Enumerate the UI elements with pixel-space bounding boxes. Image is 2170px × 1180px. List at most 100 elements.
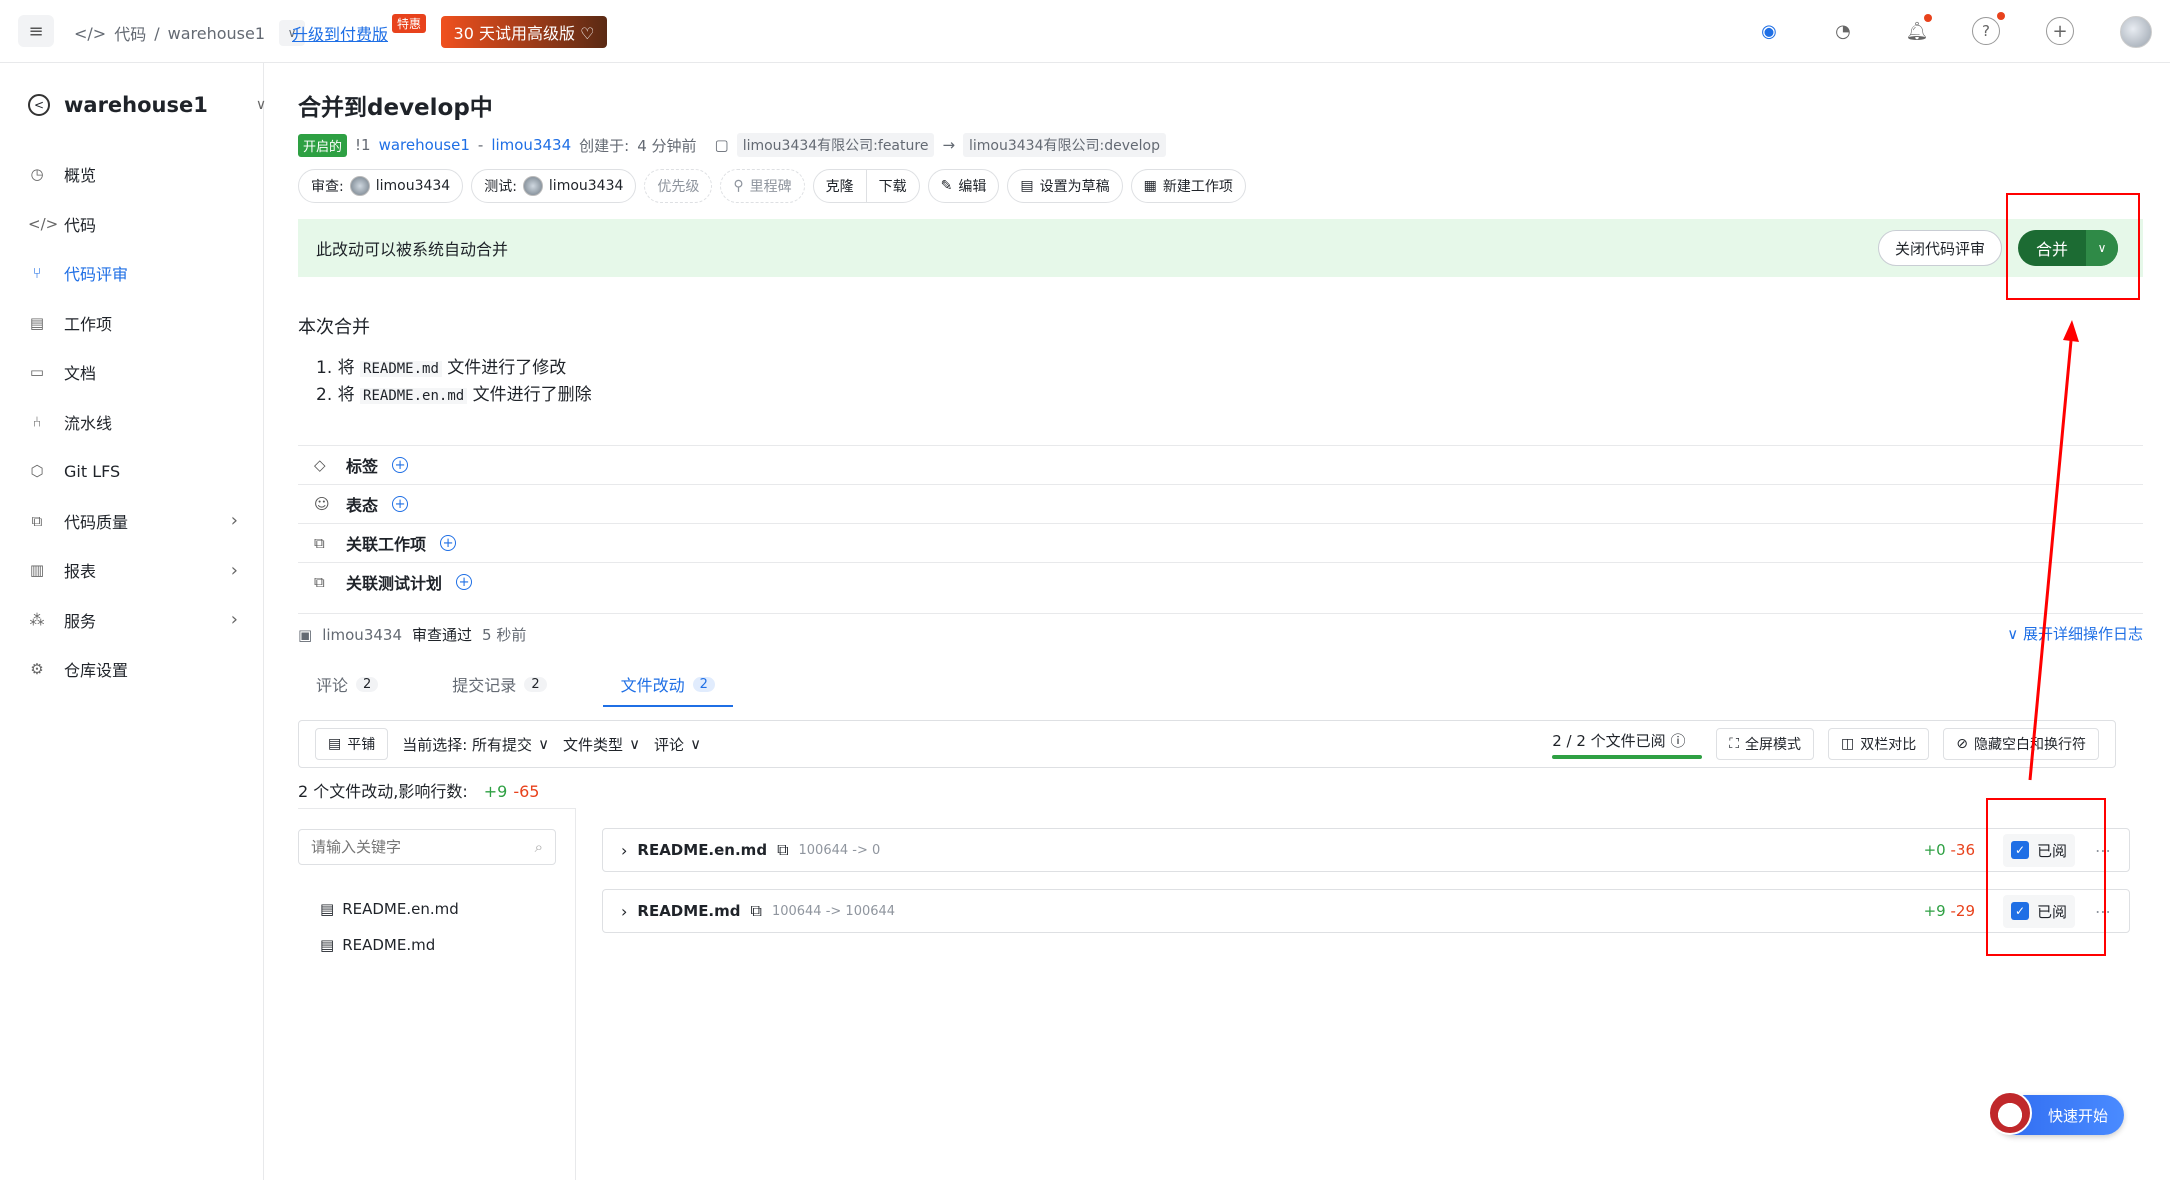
upgrade-link[interactable]: 升级到付费版 <box>292 21 388 45</box>
tester-chip[interactable]: 测试: limou3434 <box>471 169 637 203</box>
clipboard-icon[interactable]: ▢ <box>715 136 729 154</box>
chevron-right-icon[interactable]: › <box>621 841 627 860</box>
review-time: 5 秒前 <box>482 626 527 644</box>
read-progress: 2 / 2 个文件已阅 ⓘ <box>1552 730 1703 759</box>
sidebar-item-8[interactable]: ▥ 报表 › <box>28 555 238 585</box>
edit-button[interactable]: ✎ 编辑 <box>927 169 1000 203</box>
chevron-right-icon[interactable]: › <box>621 902 627 921</box>
avatar[interactable] <box>2120 16 2152 48</box>
flat-view-button[interactable]: ▤ 平铺 <box>315 728 389 760</box>
sidebar-item-6[interactable]: ⬡ Git LFS <box>28 456 238 486</box>
file-stats: +9 -29 <box>1924 902 1975 920</box>
plus-icon[interactable]: + <box>2046 17 2074 45</box>
help-bot-icon[interactable]: ◔ <box>1826 14 1860 48</box>
trial-button[interactable]: 30 天试用高级版 ♡ <box>441 16 607 48</box>
tab-comments[interactable]: 评论 2 <box>298 663 396 707</box>
tab-file-changes[interactable]: 文件改动 2 <box>602 663 733 707</box>
add-icon[interactable]: + <box>392 457 409 473</box>
lines-added: +9 <box>483 782 508 801</box>
hide-whitespace-button[interactable]: ⊘ 隐藏空白和换行符 <box>1943 728 2099 760</box>
add-icon[interactable]: + <box>456 574 473 590</box>
target-branch[interactable]: limou3434有限公司:develop <box>963 133 1166 157</box>
fullscreen-button[interactable]: ⛶ 全屏模式 <box>1716 728 1815 760</box>
source-branch[interactable]: limou3434有限公司:feature <box>736 133 935 157</box>
help-icon[interactable]: ⓘ <box>1670 732 1685 750</box>
sidebar-item-0[interactable]: ◷ 概览 <box>28 159 238 189</box>
diff-file-row[interactable]: › README.en.md ⧉ 100644 -> 0 +0 -36 ✓ 已阅 … <box>602 828 2130 872</box>
bell-icon[interactable]: 🔔︎ <box>1900 14 1934 48</box>
tab-commits[interactable]: 提交记录 2 <box>434 663 564 707</box>
filetype-select[interactable]: 文件类型 ∨ <box>563 734 640 755</box>
sidebar-item-2[interactable]: ⑂ 代码评审 <box>28 258 238 288</box>
tree-item[interactable]: ▤ README.md <box>320 927 459 963</box>
copy-icon[interactable]: ⧉ <box>751 901 762 921</box>
repo-link[interactable]: warehouse1 <box>379 136 470 154</box>
milestone-chip[interactable]: ⚲ 里程碑 <box>720 169 805 203</box>
attr-reactions[interactable]: ☺ 表态 + <box>298 484 2143 523</box>
sidebar-item-3[interactable]: ▤ 工作项 <box>28 308 238 338</box>
tester-name: limou3434 <box>548 178 624 194</box>
author-link[interactable]: limou3434 <box>491 136 571 154</box>
file-icon: ▤ <box>320 900 335 918</box>
tree-item-label: README.md <box>342 936 436 954</box>
help-icon[interactable]: ? <box>1972 12 2005 45</box>
breadcrumb: </> 代码 / warehouse1 ∨ <box>74 20 305 46</box>
avatar <box>349 176 370 196</box>
attr-labels[interactable]: ◇ 标签 + <box>298 445 2143 484</box>
chevron-right-icon[interactable]: › <box>231 510 238 531</box>
add-icon[interactable]: + <box>440 535 457 551</box>
draft-button[interactable]: ▤ 设置为草稿 <box>1007 169 1123 203</box>
priority-chip[interactable]: 优先级 <box>644 169 713 203</box>
chevron-right-icon[interactable]: › <box>231 609 238 630</box>
menu-icon[interactable]: ≡ <box>18 15 54 47</box>
tab-bar: 评论 2 提交记录 2 文件改动 2 <box>298 663 2143 707</box>
tab-count: 2 <box>524 676 547 692</box>
breadcrumb-code[interactable]: 代码 <box>114 21 146 45</box>
search-field[interactable]: ⌕ <box>298 829 556 865</box>
sidebar-item-7[interactable]: ⧉ 代码质量 › <box>28 506 238 536</box>
item-suffix: 文件进行了修改 <box>441 358 567 378</box>
quick-start-button[interactable]: 快速开始 <box>1988 1091 2124 1135</box>
back-icon[interactable]: < <box>28 94 50 116</box>
diff-file-row[interactable]: › README.md ⧉ 100644 -> 100644 +9 -29 ✓ 已… <box>602 889 2130 933</box>
diff-toolbar: ▤ 平铺 当前选择: 所有提交 ∨ 文件类型 ∨ 评论 ∨ 2 / 2 个文件已阅 ⓘ … <box>298 720 2116 768</box>
sidebar-item-9[interactable]: ⁂ 服务 › <box>28 605 239 635</box>
side-by-side-button[interactable]: ◫ 双栏对比 <box>1828 728 1930 760</box>
download-button[interactable]: 下载 <box>865 170 919 202</box>
add-icon[interactable]: + <box>392 496 409 512</box>
item-prefix: 将 <box>337 385 361 405</box>
comment-select-label: 评论 <box>654 735 685 754</box>
repo-switcher[interactable]: < warehouse1 ∨ <box>28 93 266 117</box>
tree-item[interactable]: ▤ README.en.md <box>320 891 459 927</box>
summary-text: 2 个文件改动,影响行数: <box>298 782 468 801</box>
comment-select[interactable]: 评论 ∨ <box>654 734 701 755</box>
close-review-button[interactable]: 关闭代码评审 <box>1878 230 2003 266</box>
breadcrumb-repo[interactable]: warehouse1 <box>168 24 265 43</box>
ai-chat-icon[interactable]: ◉ <box>1752 14 1786 48</box>
chevron-right-icon[interactable]: › <box>231 560 238 581</box>
attr-linked-workitems[interactable]: ⧉ 关联工作项 + <box>298 523 2143 562</box>
sidebar-item-1[interactable]: </> 代码 <box>28 209 238 239</box>
search-input[interactable] <box>311 838 511 856</box>
search-icon[interactable]: ⌕ <box>535 838 543 856</box>
mr-actions: 审查: limou3434 测试: limou3434 优先级 ⚲ 里程碑 克隆 下载 … <box>298 169 1246 203</box>
review-user: limou3434 <box>322 625 402 644</box>
clone-button[interactable]: 克隆 <box>814 170 866 202</box>
file-icon: ▤ <box>320 936 335 954</box>
sidebar-item-10[interactable]: ⚙ 仓库设置 <box>28 654 238 684</box>
smile-icon: ☺ <box>314 495 330 513</box>
chevron-down-icon[interactable]: ∨ <box>256 97 266 113</box>
copy-icon[interactable]: ⧉ <box>777 840 788 860</box>
sidebar-item-5[interactable]: ⑃ 流水线 <box>28 407 238 437</box>
expand-log-link[interactable]: ∨ 展开详细操作日志 <box>2007 613 2143 644</box>
side-by-side-label: 双栏对比 <box>1860 737 1917 753</box>
attr-label: 关联测试计划 <box>346 574 443 593</box>
sidebar-item-4[interactable]: ▭ 文档 <box>28 357 238 387</box>
new-workitem-button[interactable]: ▦ 新建工作项 <box>1130 169 1246 203</box>
mascot-icon <box>1988 1091 2032 1135</box>
commit-select[interactable]: 当前选择: 所有提交 ∨ <box>402 734 549 755</box>
attr-linked-testplan[interactable]: ⧉ 关联测试计划 + <box>298 562 2143 601</box>
review-log: ▣ limou3434 审查通过 5 秒前 <box>298 613 2143 645</box>
reviewer-chip[interactable]: 审查: limou3434 <box>298 169 464 203</box>
book-icon: ▭ <box>29 363 45 381</box>
